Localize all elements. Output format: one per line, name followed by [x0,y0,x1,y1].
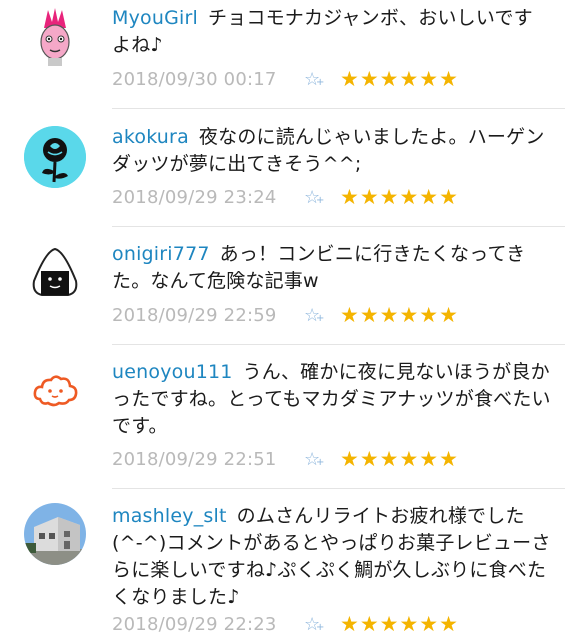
timestamp: 2018/09/29 23:24 [112,186,277,208]
comment-text-block: MyouGirl チョコモナカジャンボ、おいしいですよね♪ [112,5,552,59]
timestamp: 2018/09/29 22:23 [112,613,277,635]
comment-meta: 2018/09/29 22:51 ☆ + ★★★★★★ [112,447,459,471]
comment-text-block: akokura 夜なのに読んじゃいましたよ。ハーゲンダッツが夢に出てきそう^^; [112,124,552,178]
star-plus-icon[interactable]: ☆ + [304,305,340,326]
comment-meta: 2018/09/29 23:24 ☆ + ★★★★★★ [112,185,459,209]
comment-meta: 2018/09/30 00:17 ☆ + ★★★★★★ [112,67,459,91]
timestamp: 2018/09/30 00:17 [112,68,277,90]
rating-stars: ★★★★★★ [340,185,459,209]
comment-meta: 2018/09/29 22:23 ☆ + ★★★★★★ [112,612,459,636]
pink-mohawk-face-icon [24,6,86,68]
username-link[interactable]: MyouGirl [112,7,198,29]
comment-text-block: mashley_slt のムさんリライトお疲れ様でした(^-^)コメントがあるとや… [112,503,552,611]
rating-stars: ★★★★★★ [340,303,459,327]
username-link[interactable]: akokura [112,126,189,148]
rating-stars: ★★★★★★ [340,67,459,91]
comment-text-block: onigiri777 あっ！コンビニに行きたくなってきた。なんて危険な記事w [112,241,552,295]
rating-stars: ★★★★★★ [340,612,459,636]
black-rose-icon [24,126,86,188]
star-plus-icon[interactable]: ☆ + [304,614,340,635]
avatar[interactable] [24,126,86,188]
timestamp: 2018/09/29 22:51 [112,448,277,470]
username-link[interactable]: onigiri777 [112,243,210,265]
avatar[interactable] [24,241,86,303]
avatar[interactable] [24,359,86,421]
orange-cloud-face-icon [24,359,86,421]
avatar[interactable] [24,6,86,68]
comment-text-block: uenoyou111 うん、確かに夜に見ないほうが良かったですね。とってもマカダミ… [112,359,552,440]
star-plus-icon[interactable]: ☆ + [304,69,340,90]
onigiri-icon [24,241,86,303]
star-plus-icon[interactable]: ☆ + [304,187,340,208]
divider [112,108,565,109]
house-photo-icon [24,503,86,565]
username-link[interactable]: mashley_slt [112,505,227,527]
divider [112,344,565,345]
star-plus-icon[interactable]: ☆ + [304,449,340,470]
rating-stars: ★★★★★★ [340,447,459,471]
avatar[interactable] [24,503,86,565]
divider [112,226,565,227]
timestamp: 2018/09/29 22:59 [112,304,277,326]
divider [112,488,565,489]
username-link[interactable]: uenoyou111 [112,361,233,383]
comment-meta: 2018/09/29 22:59 ☆ + ★★★★★★ [112,303,459,327]
